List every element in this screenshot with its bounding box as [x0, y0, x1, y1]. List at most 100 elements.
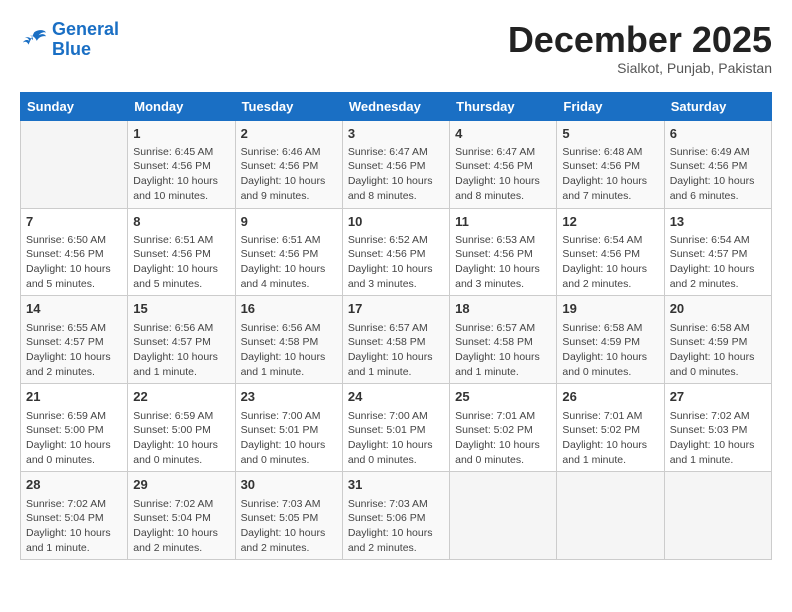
day-number: 16 — [241, 300, 337, 318]
day-info: Sunrise: 7:01 AM Sunset: 5:02 PM Dayligh… — [455, 409, 551, 468]
table-cell: 14 Sunrise: 6:55 AM Sunset: 4:57 PM Dayli… — [21, 296, 128, 384]
day-info: Sunrise: 6:55 AM Sunset: 4:57 PM Dayligh… — [26, 321, 122, 380]
col-monday: Monday — [128, 92, 235, 120]
table-cell: 19 Sunrise: 6:58 AM Sunset: 4:59 PM Dayli… — [557, 296, 664, 384]
table-cell: 10Sunrise: 6:52 AM Sunset: 4:56 PM Dayli… — [342, 208, 449, 296]
day-number: 19 — [562, 300, 658, 318]
table-cell: 6 Sunrise: 6:49 AM Sunset: 4:56 PM Daylig… — [664, 120, 771, 208]
day-number: 15 — [133, 300, 229, 318]
day-number: 18 — [455, 300, 551, 318]
table-cell: 13 Sunrise: 6:54 AM Sunset: 4:57 PM Dayli… — [664, 208, 771, 296]
logo-text: General Blue — [52, 20, 119, 60]
col-thursday: Thursday — [450, 92, 557, 120]
table-cell: 15Sunrise: 6:56 AM Sunset: 4:57 PM Dayli… — [128, 296, 235, 384]
table-cell — [557, 472, 664, 560]
week-row-5: 28 Sunrise: 7:02 AM Sunset: 5:04 PM Dayli… — [21, 472, 772, 560]
day-info: Sunrise: 6:45 AM Sunset: 4:56 PM Dayligh… — [133, 145, 229, 204]
day-number: 28 — [26, 476, 122, 494]
day-info: Sunrise: 6:50 AM Sunset: 4:56 PM Dayligh… — [26, 233, 122, 292]
day-info: Sunrise: 7:00 AM Sunset: 5:01 PM Dayligh… — [241, 409, 337, 468]
col-wednesday: Wednesday — [342, 92, 449, 120]
logo-bird-icon — [20, 28, 48, 52]
day-number: 9 — [241, 213, 337, 231]
day-number: 21 — [26, 388, 122, 406]
table-cell: 17 Sunrise: 6:57 AM Sunset: 4:58 PM Dayli… — [342, 296, 449, 384]
day-info: Sunrise: 6:59 AM Sunset: 5:00 PM Dayligh… — [133, 409, 229, 468]
day-number: 5 — [562, 125, 658, 143]
week-row-1: 1 Sunrise: 6:45 AM Sunset: 4:56 PM Daylig… — [21, 120, 772, 208]
day-number: 27 — [670, 388, 766, 406]
col-friday: Friday — [557, 92, 664, 120]
day-number: 11 — [455, 213, 551, 231]
table-cell — [21, 120, 128, 208]
day-info: Sunrise: 6:57 AM Sunset: 4:58 PM Dayligh… — [455, 321, 551, 380]
table-cell: 1 Sunrise: 6:45 AM Sunset: 4:56 PM Daylig… — [128, 120, 235, 208]
location-subtitle: Sialkot, Punjab, Pakistan — [508, 60, 772, 76]
day-number: 14 — [26, 300, 122, 318]
table-cell — [450, 472, 557, 560]
day-info: Sunrise: 7:02 AM Sunset: 5:04 PM Dayligh… — [26, 497, 122, 556]
page-header: General Blue December 2025 Sialkot, Punj… — [20, 20, 772, 76]
table-cell: 9Sunrise: 6:51 AM Sunset: 4:56 PM Daylig… — [235, 208, 342, 296]
table-cell: 3Sunrise: 6:47 AM Sunset: 4:56 PM Daylig… — [342, 120, 449, 208]
table-cell: 25 Sunrise: 7:01 AM Sunset: 5:02 PM Dayli… — [450, 384, 557, 472]
day-number: 13 — [670, 213, 766, 231]
day-number: 22 — [133, 388, 229, 406]
day-number: 23 — [241, 388, 337, 406]
day-info: Sunrise: 6:56 AM Sunset: 4:58 PM Dayligh… — [241, 321, 337, 380]
table-cell: 18 Sunrise: 6:57 AM Sunset: 4:58 PM Dayli… — [450, 296, 557, 384]
table-cell: 4 Sunrise: 6:47 AM Sunset: 4:56 PM Daylig… — [450, 120, 557, 208]
day-number: 20 — [670, 300, 766, 318]
table-cell: 29 Sunrise: 7:02 AM Sunset: 5:04 PM Dayli… — [128, 472, 235, 560]
day-info: Sunrise: 6:51 AM Sunset: 4:56 PM Dayligh… — [133, 233, 229, 292]
day-number: 29 — [133, 476, 229, 494]
day-info: Sunrise: 6:48 AM Sunset: 4:56 PM Dayligh… — [562, 145, 658, 204]
day-number: 24 — [348, 388, 444, 406]
title-section: December 2025 Sialkot, Punjab, Pakistan — [508, 20, 772, 76]
month-title: December 2025 — [508, 20, 772, 60]
day-info: Sunrise: 7:01 AM Sunset: 5:02 PM Dayligh… — [562, 409, 658, 468]
day-info: Sunrise: 6:58 AM Sunset: 4:59 PM Dayligh… — [562, 321, 658, 380]
day-number: 25 — [455, 388, 551, 406]
table-cell: 5 Sunrise: 6:48 AM Sunset: 4:56 PM Daylig… — [557, 120, 664, 208]
col-saturday: Saturday — [664, 92, 771, 120]
day-info: Sunrise: 7:03 AM Sunset: 5:06 PM Dayligh… — [348, 497, 444, 556]
calendar-body: 1 Sunrise: 6:45 AM Sunset: 4:56 PM Daylig… — [21, 120, 772, 560]
day-info: Sunrise: 7:02 AM Sunset: 5:04 PM Dayligh… — [133, 497, 229, 556]
table-cell: 2 Sunrise: 6:46 AM Sunset: 4:56 PM Daylig… — [235, 120, 342, 208]
day-info: Sunrise: 6:47 AM Sunset: 4:56 PM Dayligh… — [455, 145, 551, 204]
calendar-header: Sunday Monday Tuesday Wednesday Thursday… — [21, 92, 772, 120]
day-number: 26 — [562, 388, 658, 406]
day-info: Sunrise: 7:02 AM Sunset: 5:03 PM Dayligh… — [670, 409, 766, 468]
day-number: 6 — [670, 125, 766, 143]
day-number: 17 — [348, 300, 444, 318]
day-number: 30 — [241, 476, 337, 494]
table-cell: 11 Sunrise: 6:53 AM Sunset: 4:56 PM Dayli… — [450, 208, 557, 296]
day-info: Sunrise: 7:03 AM Sunset: 5:05 PM Dayligh… — [241, 497, 337, 556]
col-sunday: Sunday — [21, 92, 128, 120]
day-number: 8 — [133, 213, 229, 231]
week-row-3: 14 Sunrise: 6:55 AM Sunset: 4:57 PM Dayli… — [21, 296, 772, 384]
table-cell: 7Sunrise: 6:50 AM Sunset: 4:56 PM Daylig… — [21, 208, 128, 296]
day-number: 4 — [455, 125, 551, 143]
day-info: Sunrise: 6:49 AM Sunset: 4:56 PM Dayligh… — [670, 145, 766, 204]
day-number: 1 — [133, 125, 229, 143]
table-cell: 31Sunrise: 7:03 AM Sunset: 5:06 PM Dayli… — [342, 472, 449, 560]
day-number: 12 — [562, 213, 658, 231]
day-info: Sunrise: 7:00 AM Sunset: 5:01 PM Dayligh… — [348, 409, 444, 468]
day-info: Sunrise: 6:53 AM Sunset: 4:56 PM Dayligh… — [455, 233, 551, 292]
calendar-table: Sunday Monday Tuesday Wednesday Thursday… — [20, 92, 772, 561]
day-info: Sunrise: 6:52 AM Sunset: 4:56 PM Dayligh… — [348, 233, 444, 292]
day-info: Sunrise: 6:59 AM Sunset: 5:00 PM Dayligh… — [26, 409, 122, 468]
table-cell: 20Sunrise: 6:58 AM Sunset: 4:59 PM Dayli… — [664, 296, 771, 384]
day-info: Sunrise: 6:46 AM Sunset: 4:56 PM Dayligh… — [241, 145, 337, 204]
day-info: Sunrise: 6:47 AM Sunset: 4:56 PM Dayligh… — [348, 145, 444, 204]
table-cell: 23 Sunrise: 7:00 AM Sunset: 5:01 PM Dayli… — [235, 384, 342, 472]
table-cell: 24 Sunrise: 7:00 AM Sunset: 5:01 PM Dayli… — [342, 384, 449, 472]
table-cell: 22 Sunrise: 6:59 AM Sunset: 5:00 PM Dayli… — [128, 384, 235, 472]
table-cell: 27 Sunrise: 7:02 AM Sunset: 5:03 PM Dayli… — [664, 384, 771, 472]
day-info: Sunrise: 6:57 AM Sunset: 4:58 PM Dayligh… — [348, 321, 444, 380]
day-number: 2 — [241, 125, 337, 143]
week-row-4: 21 Sunrise: 6:59 AM Sunset: 5:00 PM Dayli… — [21, 384, 772, 472]
day-info: Sunrise: 6:54 AM Sunset: 4:57 PM Dayligh… — [670, 233, 766, 292]
